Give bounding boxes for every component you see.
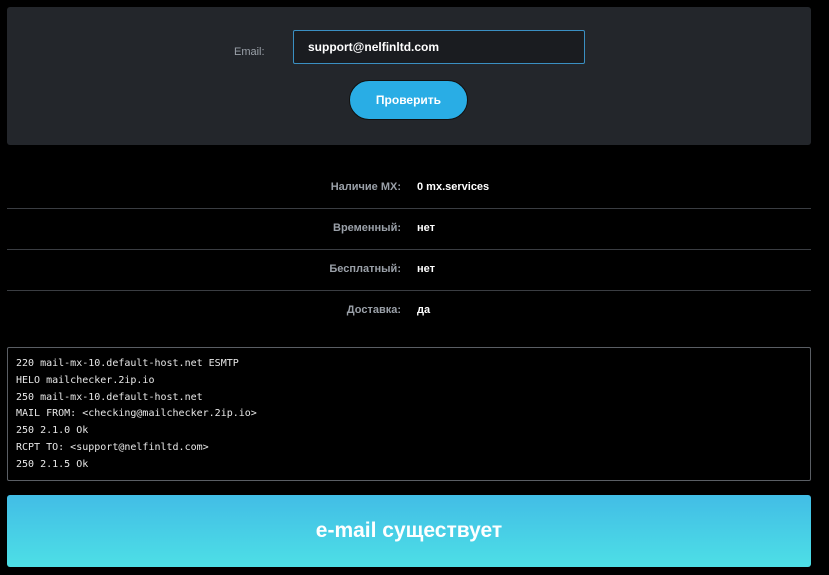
results-table: Наличие MX: 0 mx.services Временный: нет… [7,168,811,331]
result-row-temporary: Временный: нет [7,209,811,250]
smtp-log[interactable]: 220 mail-mx-10.default-host.net ESMTP HE… [7,347,811,481]
mx-value: 0 mx.services [417,181,490,193]
free-label: Бесплатный: [329,263,401,275]
email-label: Email: [234,46,265,58]
log-line: RCPT TO: <support@nelfinltd.com> [16,441,209,453]
result-row-delivery: Доставка: да [7,291,811,331]
log-line: 250 2.1.0 Ok [16,425,89,437]
delivery-label: Доставка: [346,304,401,316]
status-text: e-mail существует [315,519,503,542]
mx-label: Наличие MX: [330,181,401,193]
status-banner: e-mail существует [7,495,811,567]
result-row-mx: Наличие MX: 0 mx.services [7,168,811,209]
log-line: 250 mail-mx-10.default-host.net [16,391,203,403]
log-line: MAIL FROM: <checking@mailchecker.2ip.io> [16,408,257,420]
log-line: 250 2.1.5 Ok [16,458,89,470]
result-row-free: Бесплатный: нет [7,250,811,291]
temporary-label: Временный: [333,222,401,234]
log-line: 220 mail-mx-10.default-host.net ESMTP [16,358,239,369]
log-line: HELO mailchecker.2ip.io [16,374,155,386]
check-button[interactable]: Проверить [349,80,468,120]
email-check-form: Email: Проверить [7,7,811,145]
temporary-value: нет [417,222,436,234]
free-value: нет [417,263,436,275]
delivery-value: да [417,304,431,316]
email-input[interactable] [293,30,585,64]
